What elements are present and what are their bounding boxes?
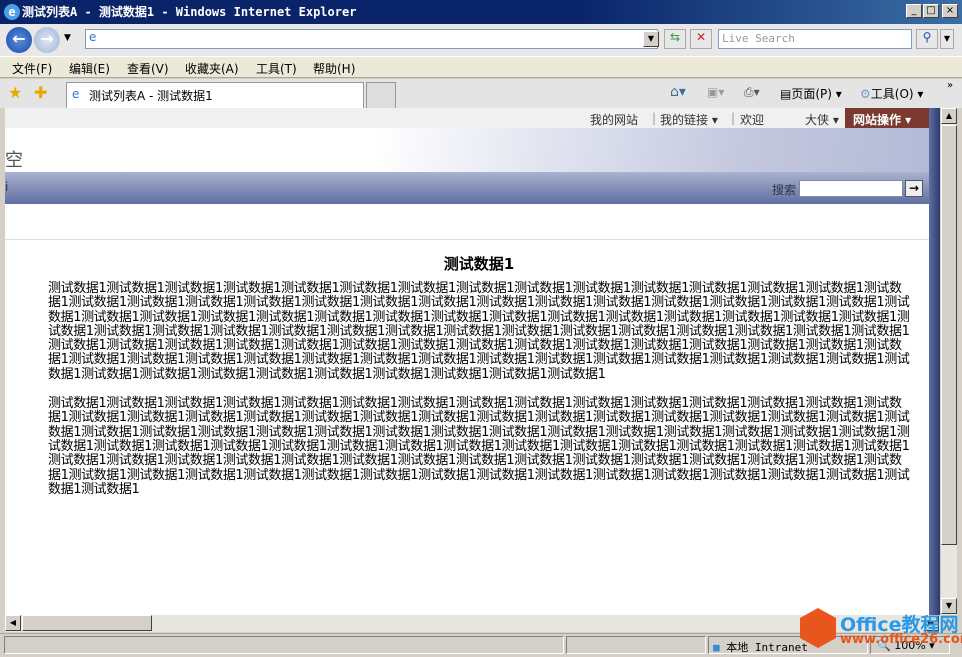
site-nav-item[interactable]: i xyxy=(5,180,8,194)
my-site-link[interactable]: 我的网站 xyxy=(590,111,638,128)
my-links-menu[interactable]: 我的链接 ▾ xyxy=(660,111,718,128)
favorites-star-icon[interactable]: ★ xyxy=(8,83,22,102)
forward-button[interactable]: → xyxy=(34,27,60,53)
print-icon[interactable]: ⎙▾ xyxy=(744,85,760,100)
welcome-link[interactable]: 欢迎 xyxy=(740,111,764,128)
page-icon: ▤ xyxy=(780,87,792,101)
site-actions-menu[interactable]: 网站操作 ▾ xyxy=(845,108,929,128)
search-icon[interactable]: ⚲ xyxy=(916,29,938,49)
vertical-scrollbar[interactable]: ▲ ▼ xyxy=(940,108,957,615)
gear-icon: ⚙ xyxy=(860,87,871,101)
address-dropdown-button[interactable]: ▼ xyxy=(643,31,659,47)
window-title: 测试列表A - 测试数据1 - Windows Internet Explore… xyxy=(22,5,357,19)
home-icon[interactable]: ⌂▾ xyxy=(670,84,686,100)
history-dropdown-icon[interactable]: ▼ xyxy=(64,33,71,43)
menu-edit[interactable]: 编辑(E) xyxy=(69,60,110,77)
tools-menu-button[interactable]: ⚙工具(O) ▾ xyxy=(860,85,923,102)
user-menu[interactable]: 大侠 ▾ xyxy=(805,111,839,128)
add-favorite-icon[interactable]: ✚ xyxy=(34,83,47,102)
close-button[interactable]: × xyxy=(942,4,958,18)
refresh-button[interactable]: ⇆ xyxy=(664,29,686,49)
search-options-button[interactable]: ▼ xyxy=(940,29,954,49)
menu-view[interactable]: 查看(V) xyxy=(127,60,169,77)
maximize-button[interactable]: □ xyxy=(923,4,939,18)
feeds-icon[interactable]: ▣▾ xyxy=(707,85,724,99)
site-top-nav: 我的网站 | 我的链接 ▾ | 欢迎 大侠 ▾ 网站操作 ▾ xyxy=(5,108,929,128)
menu-tools[interactable]: 工具(T) xyxy=(256,60,297,77)
divider xyxy=(5,239,929,240)
scroll-h-thumb[interactable] xyxy=(22,615,152,631)
watermark-url: www.office26.com xyxy=(840,632,962,647)
live-search-input[interactable]: Live Search xyxy=(718,29,912,49)
network-icon: ■ xyxy=(713,641,720,654)
content-area: 测试数据1 测试数据1测试数据1测试数据1测试数据1测试数据1测试数据1测试数据… xyxy=(48,253,910,512)
back-button[interactable]: ← xyxy=(6,27,32,53)
paragraph: 测试数据1测试数据1测试数据1测试数据1测试数据1测试数据1测试数据1测试数据1… xyxy=(48,281,910,382)
menu-bar: 文件(F) 编辑(E) 查看(V) 收藏夹(A) 工具(T) 帮助(H) xyxy=(0,56,962,78)
status-text-cell xyxy=(4,636,564,654)
more-commands-button[interactable]: » xyxy=(947,80,953,91)
minimize-button[interactable]: _ xyxy=(906,4,922,18)
scroll-left-button[interactable]: ◀ xyxy=(5,615,21,631)
scroll-up-button[interactable]: ▲ xyxy=(941,108,957,124)
web-page: 我的网站 | 我的链接 ▾ | 欢迎 大侠 ▾ 网站操作 ▾ 空 i 搜索 → … xyxy=(5,108,929,615)
ie-tab-icon: e xyxy=(72,87,80,101)
scroll-thumb[interactable] xyxy=(941,125,957,545)
page-side-border xyxy=(929,108,940,615)
search-go-button[interactable]: → xyxy=(905,180,923,197)
page-heading: 测试数据1 xyxy=(443,255,515,273)
new-tab-button[interactable] xyxy=(366,82,396,108)
page-menu-button[interactable]: ▤页面(P) ▾ xyxy=(780,85,842,102)
search-label: 搜索 xyxy=(772,183,797,197)
page-icon: e xyxy=(89,30,97,44)
site-search-input[interactable] xyxy=(799,180,903,197)
window-title-bar: e 测试列表A - 测试数据1 - Windows Internet Explo… xyxy=(0,0,962,24)
tab-current[interactable]: e 测试列表A - 测试数据1 xyxy=(66,82,364,108)
horizontal-scrollbar[interactable]: ◀ ▶ xyxy=(5,615,940,632)
menu-help[interactable]: 帮助(H) xyxy=(313,60,355,77)
site-title: 空 xyxy=(5,150,23,171)
menu-favorites[interactable]: 收藏夹(A) xyxy=(185,60,239,77)
ie-logo-icon: e xyxy=(4,4,20,20)
address-input[interactable]: e xyxy=(85,29,658,49)
site-banner: 空 xyxy=(5,128,929,172)
menu-file[interactable]: 文件(F) xyxy=(12,60,52,77)
paragraph: 测试数据1测试数据1测试数据1测试数据1测试数据1测试数据1测试数据1测试数据1… xyxy=(48,396,910,497)
stop-button[interactable]: ✕ xyxy=(690,29,712,49)
status-cells xyxy=(566,636,706,654)
site-nav-bar: i 搜索 → xyxy=(5,172,929,204)
